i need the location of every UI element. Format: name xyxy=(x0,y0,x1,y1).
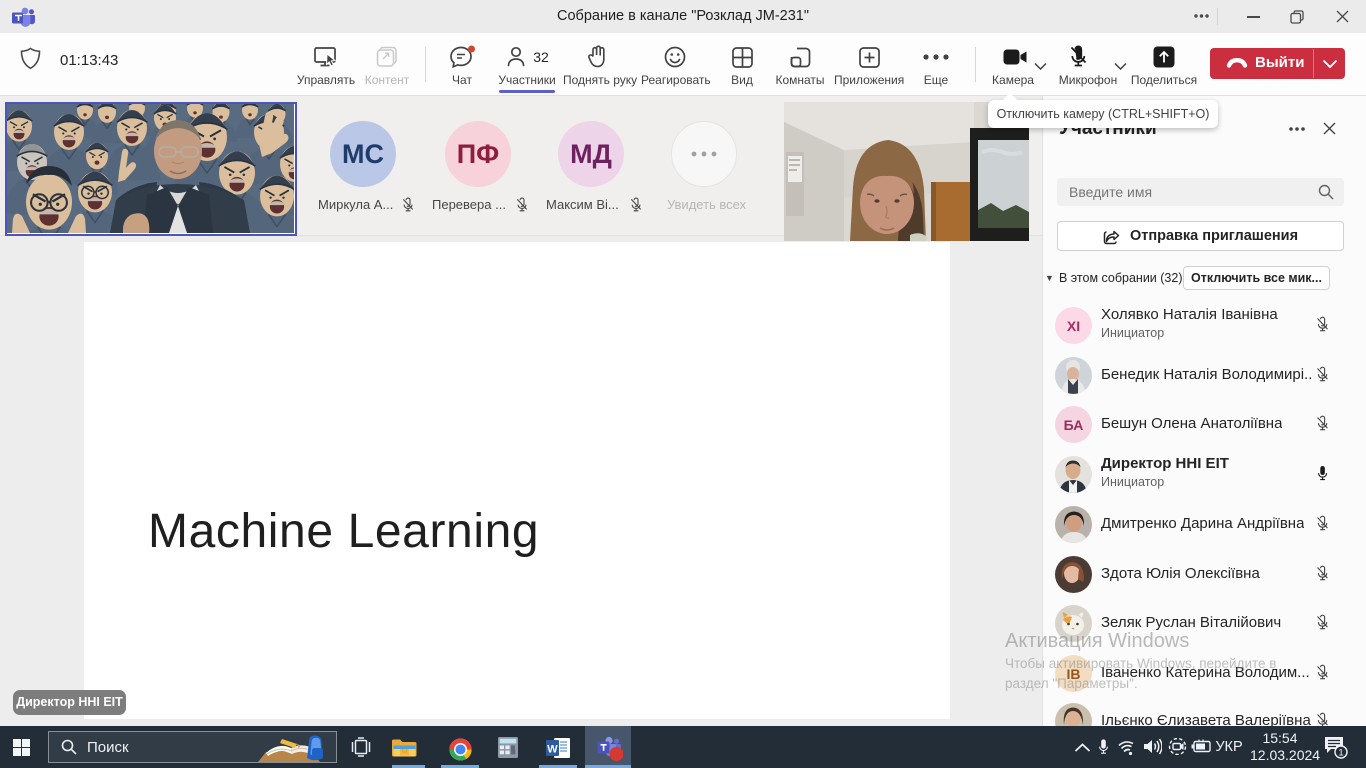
svg-text:W: W xyxy=(547,744,558,756)
svg-text:1: 1 xyxy=(1338,748,1343,759)
